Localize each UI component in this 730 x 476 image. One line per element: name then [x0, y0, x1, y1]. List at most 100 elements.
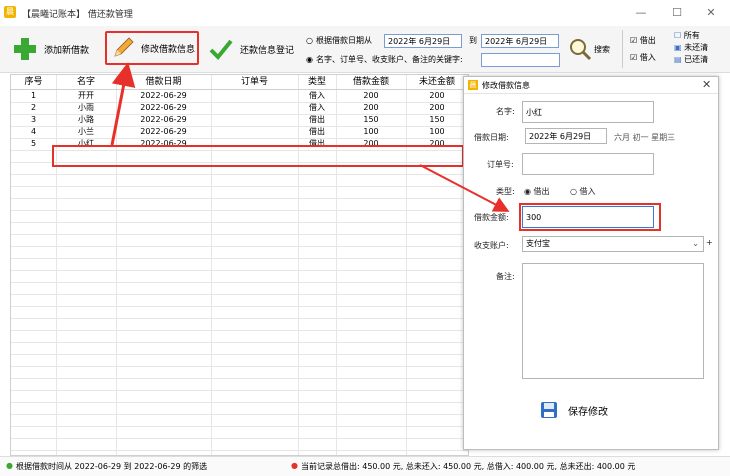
table-cell	[211, 114, 298, 126]
radio-keyword[interactable]: ◉	[306, 55, 313, 64]
add-loan-label: 添加新借款	[44, 45, 90, 56]
to-label: 到	[469, 36, 477, 45]
amount-highlight	[519, 203, 661, 231]
table-cell: 100	[429, 127, 445, 136]
column-header[interactable]: 序号	[11, 75, 56, 89]
check-borrow-in[interactable]: ☑ 借入	[630, 52, 656, 63]
date-from-input[interactable]	[384, 34, 462, 48]
filter-keyword-row: ◉ 名字、订单号、收支账户、备注的关键字:	[306, 54, 463, 65]
account-value: 支付宝	[526, 239, 550, 248]
table-cell	[211, 90, 298, 102]
column-header[interactable]: 名字	[56, 75, 116, 89]
order-input[interactable]	[522, 153, 654, 175]
edit-loan-button[interactable]: 修改借款信息	[105, 31, 199, 65]
date-to-picker[interactable]	[481, 34, 559, 48]
add-loan-button[interactable]: 添加新借款	[12, 30, 100, 68]
minimize-icon[interactable]: —	[630, 4, 652, 22]
account-select[interactable]: 支付宝 ⌄	[522, 236, 704, 252]
account-label: 收支账户:	[474, 241, 509, 250]
table-cell	[211, 102, 298, 114]
filter-paid[interactable]: ▤ 已还清	[674, 54, 708, 66]
table-cell: 借入	[309, 103, 325, 112]
lunar-date-text: 六月 初一 星期三	[614, 133, 676, 142]
date-label: 借款日期:	[474, 133, 509, 142]
edit-loan-dialog: 晨 修改借款信息 ✕ 名字: 借款日期: 六月 初一 星期三 订单号: 类型: …	[463, 76, 719, 450]
filter-unpaid[interactable]: ▣ 未还清	[674, 42, 708, 54]
table-cell: 100	[363, 127, 379, 136]
check-borrow-out[interactable]: ☑ 借出	[630, 35, 656, 46]
repay-register-label: 还款信息登记	[240, 45, 295, 56]
dialog-title-bar: 晨 修改借款信息 ✕	[464, 77, 718, 94]
repay-register-button[interactable]: 还款信息登记	[208, 30, 296, 68]
table-cell: 200	[363, 103, 379, 112]
maximize-icon[interactable]: ☐	[666, 4, 688, 22]
add-account-button[interactable]: +	[706, 238, 713, 247]
table-cell: 小路	[78, 115, 94, 124]
date-to-input[interactable]	[481, 34, 559, 48]
window-title: 【晨曦记账本】 借还款管理	[22, 10, 133, 20]
status-right-dot-icon: ●	[291, 461, 298, 470]
empty-row	[11, 438, 468, 451]
column-header[interactable]: 类型	[298, 75, 336, 89]
edit-loan-label: 修改借款信息	[141, 44, 196, 55]
name-input[interactable]	[522, 101, 654, 123]
checkmark-icon	[209, 39, 233, 60]
type-label: 类型:	[496, 187, 515, 196]
dialog-logo-icon: 晨	[468, 80, 478, 90]
table-cell: 200	[429, 91, 445, 100]
column-header[interactable]: 订单号	[211, 75, 298, 89]
table-cell: 小兰	[78, 127, 94, 136]
status-left-dot-icon: ●	[6, 461, 13, 470]
table-cell: 200	[363, 91, 379, 100]
table-cell: 3	[30, 115, 37, 124]
radio-date-label: 根据借款日期从	[315, 36, 372, 45]
pencil-icon	[114, 37, 134, 57]
toolbar-divider	[622, 30, 623, 68]
table-cell: 200	[429, 103, 445, 112]
dialog-title: 修改借款信息	[482, 81, 530, 90]
status-filter-group: ☐ 所有 ▣ 未还清 ▤ 已还清	[674, 30, 708, 66]
status-right-text: 当前记录总借出: 450.00 元, 总未还入: 450.00 元, 总借入: …	[301, 462, 636, 471]
table-cell: 150	[363, 115, 379, 124]
column-header[interactable]: 借款金额	[336, 75, 406, 89]
name-label: 名字:	[496, 107, 515, 116]
order-label: 订单号:	[487, 160, 514, 169]
keyword-field[interactable]	[481, 53, 560, 67]
selected-row-highlight	[52, 145, 464, 167]
status-left-text: 根据借款时间从 2022-06-29 到 2022-06-29 的筛选	[16, 462, 208, 471]
dialog-close-icon[interactable]: ✕	[702, 78, 711, 91]
table-cell: 开开	[78, 91, 94, 100]
search-icon	[570, 39, 592, 61]
column-header[interactable]: 借款日期	[116, 75, 211, 89]
filter-date-row: ○ 根据借款日期从	[306, 35, 372, 46]
close-icon[interactable]: ✕	[700, 4, 722, 22]
search-button[interactable]: 搜索	[568, 34, 616, 64]
table-cell: 2022-06-29	[140, 127, 187, 136]
save-changes-label: 保存修改	[568, 406, 608, 418]
loan-date-input[interactable]	[525, 128, 607, 144]
filter-all[interactable]: ☐ 所有	[674, 30, 708, 42]
type-out-radio[interactable]: ◉ 借出	[524, 186, 550, 197]
status-bar: ● 根据借款时间从 2022-06-29 到 2022-06-29 的筛选 ● …	[0, 456, 730, 476]
table-cell: 借出	[309, 115, 325, 124]
search-label: 搜索	[594, 44, 610, 54]
table-cell: 借出	[309, 127, 325, 136]
radio-date[interactable]: ○	[306, 36, 313, 45]
table-cell: 小雨	[78, 103, 94, 112]
table-cell: 借入	[309, 91, 325, 100]
plus-icon	[14, 38, 36, 60]
table-cell	[211, 126, 298, 138]
table-cell: 4	[30, 127, 37, 136]
loan-table: 序号 名字 借款日期 订单号 类型 借款金额 未还金额 1 开开 2022-06-2…	[10, 74, 469, 456]
notes-textarea[interactable]	[522, 263, 704, 379]
keyword-input[interactable]	[481, 53, 560, 67]
table-cell: 2022-06-29	[140, 103, 187, 112]
save-changes-button[interactable]: 保存修改	[540, 401, 608, 419]
table-header-row: 序号 名字 借款日期 订单号 类型 借款金额 未还金额	[11, 75, 468, 90]
column-header[interactable]: 未还金额	[406, 75, 468, 89]
type-in-radio[interactable]: ○ 借入	[570, 186, 596, 197]
table-cell: 2022-06-29	[140, 115, 187, 124]
date-from-picker[interactable]	[384, 34, 462, 48]
table-cell: 1	[30, 91, 37, 100]
table-cell: 2	[30, 103, 37, 112]
